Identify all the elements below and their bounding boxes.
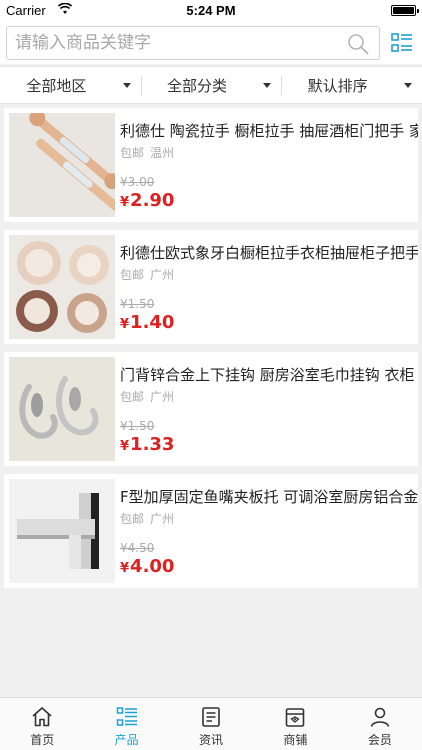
sale-price-value: 1.33 — [130, 434, 175, 455]
product-location: 包邮 广州 — [120, 388, 174, 405]
product-image — [9, 113, 115, 217]
list-view-toggle-icon[interactable] — [390, 31, 414, 55]
shipping-label: 包邮 — [120, 512, 145, 526]
city-label: 广州 — [150, 268, 175, 282]
home-icon — [32, 707, 52, 727]
tab-news[interactable]: 资讯 — [169, 698, 253, 750]
currency-symbol: ¥ — [120, 317, 130, 332]
caret-down-icon — [122, 83, 131, 88]
city-label: 温州 — [150, 146, 175, 160]
shipping-label: 包邮 — [120, 268, 145, 282]
header — [0, 22, 422, 64]
search-input[interactable] — [15, 27, 335, 59]
product-title: F型加厚固定鱼嘴夹板托 可调浴室厨房铝合金 — [120, 488, 418, 506]
filter-bar: 全部地区 全部分类 默认排序 — [0, 66, 422, 104]
product-item[interactable]: F型加厚固定鱼嘴夹板托 可调浴室厨房铝合金 包邮 广州 ¥4.50 ¥4.00 — [4, 474, 418, 588]
product-item[interactable]: 利德仕欧式象牙白橱柜拉手衣柜抽屉柜子把手 包邮 广州 ¥1.50 ¥1.40 — [4, 230, 418, 344]
tab-shop-label: 商铺 — [283, 733, 308, 747]
city-label: 广州 — [150, 512, 175, 526]
battery-icon — [391, 5, 419, 16]
sale-price: ¥1.33 — [120, 434, 174, 455]
caret-down-icon — [404, 83, 413, 88]
product-list-icon — [116, 707, 137, 726]
list-divider — [4, 344, 418, 352]
product-image — [9, 235, 115, 339]
sale-price-value: 4.00 — [130, 556, 175, 577]
clock: 5:24 PM — [186, 3, 236, 18]
sale-price-value: 2.90 — [130, 190, 175, 211]
tab-products[interactable]: 产品 — [84, 698, 168, 750]
shop-icon — [286, 708, 305, 727]
original-price: ¥4.50 — [120, 541, 155, 555]
product-image — [9, 479, 115, 583]
currency-symbol: ¥ — [120, 561, 130, 576]
sale-price-value: 1.40 — [130, 312, 175, 333]
tab-news-label: 资讯 — [199, 733, 224, 747]
product-location: 包邮 广州 — [120, 266, 174, 283]
tab-home[interactable]: 首页 — [0, 698, 84, 750]
product-item[interactable]: 利德仕 陶瓷拉手 橱柜拉手 抽屉酒柜门把手 家 包邮 温州 ¥3.00 ¥2.90 — [4, 108, 418, 222]
tab-shop[interactable]: 商铺 — [253, 698, 337, 750]
currency-symbol: ¥ — [120, 195, 130, 210]
product-location: 包邮 温州 — [120, 144, 174, 161]
filter-region-dropdown[interactable]: 全部地区 — [0, 67, 141, 103]
currency-symbol: ¥ — [120, 439, 130, 454]
sale-price: ¥1.40 — [120, 312, 174, 333]
sale-price: ¥2.90 — [120, 190, 174, 211]
tab-home-label: 首页 — [30, 733, 55, 747]
shipping-label: 包邮 — [120, 146, 145, 160]
filter-category-dropdown[interactable]: 全部分类 — [140, 67, 282, 103]
tab-products-label: 产品 — [114, 733, 139, 747]
caret-down-icon — [263, 83, 272, 88]
list-divider — [4, 222, 418, 230]
product-image — [9, 357, 115, 461]
sale-price: ¥4.00 — [120, 556, 174, 577]
original-price: ¥3.00 — [120, 175, 155, 189]
tab-member[interactable]: 会员 — [338, 698, 422, 750]
filter-category-label: 全部分类 — [167, 76, 228, 95]
member-icon — [370, 707, 390, 727]
product-list: 利德仕 陶瓷拉手 橱柜拉手 抽屉酒柜门把手 家 包邮 温州 ¥3.00 ¥2.90… — [4, 108, 418, 588]
search-icon[interactable] — [347, 33, 369, 55]
tab-member-label: 会员 — [367, 733, 392, 747]
product-title: 利德仕欧式象牙白橱柜拉手衣柜抽屉柜子把手 — [120, 244, 418, 262]
status-bar: Carrier 5:24 PM — [0, 0, 422, 22]
search-box[interactable] — [6, 26, 380, 60]
product-item[interactable]: 门背锌合金上下挂钩 厨房浴室毛巾挂钩 衣柜 包邮 广州 ¥1.50 ¥1.33 — [4, 352, 418, 466]
filter-region-label: 全部地区 — [26, 76, 87, 95]
shipping-label: 包邮 — [120, 390, 145, 404]
product-title: 门背锌合金上下挂钩 厨房浴室毛巾挂钩 衣柜 — [120, 366, 415, 384]
tab-bar: 首页 产品 资讯 商铺 会员 — [0, 697, 422, 750]
product-title: 利德仕 陶瓷拉手 橱柜拉手 抽屉酒柜门把手 家 — [120, 122, 418, 140]
original-price: ¥1.50 — [120, 419, 155, 433]
list-divider — [4, 466, 418, 474]
city-label: 广州 — [150, 390, 175, 404]
news-icon — [202, 707, 220, 727]
original-price: ¥1.50 — [120, 297, 155, 311]
filter-sort-label: 默认排序 — [307, 76, 368, 95]
product-location: 包邮 广州 — [120, 510, 174, 527]
filter-sort-dropdown[interactable]: 默认排序 — [281, 67, 422, 103]
